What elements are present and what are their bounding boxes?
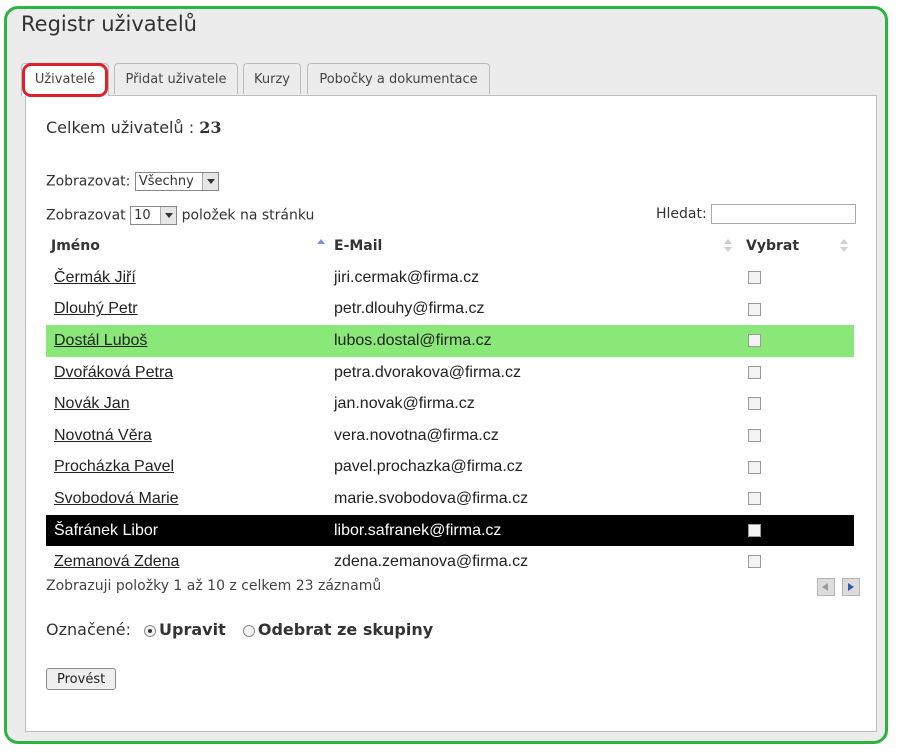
user-email: vera.novotna@firma.cz <box>334 426 499 444</box>
pagination-info: Zobrazuji položky 1 až 10 z celkem 23 zá… <box>46 578 382 594</box>
per-page-prefix: Zobrazovat <box>46 207 126 224</box>
table-row: Zemanová Zdena zdena.zemanova@firma.cz <box>46 546 854 578</box>
table-row: Dlouhý Petr petr.dlouhy@firma.cz <box>46 294 854 326</box>
user-count-value: 23 <box>199 118 222 137</box>
select-checkbox[interactable] <box>748 555 761 569</box>
table-row: Dvořáková Petra petra.dvorakova@firma.cz <box>46 357 854 389</box>
radio-remove-from-group[interactable] <box>242 624 255 637</box>
table-header-row: Jméno E-Mail Vybrat <box>46 230 854 262</box>
per-page-value: 10 <box>134 208 151 223</box>
select-checkbox[interactable] <box>748 334 761 348</box>
user-name-link[interactable]: Šafránek Libor <box>54 522 158 539</box>
user-count-label: Celkem uživatelů : <box>46 118 195 137</box>
column-header-name[interactable]: Jméno <box>46 230 331 262</box>
select-checkbox[interactable] <box>748 492 761 506</box>
chevron-down-icon <box>201 173 218 190</box>
select-checkbox[interactable] <box>748 397 761 411</box>
search-label: Hledat: <box>656 206 707 222</box>
user-name-link[interactable]: Dostál Luboš <box>54 332 147 349</box>
next-page-icon[interactable] <box>842 577 861 596</box>
filter-select[interactable]: Všechny <box>134 172 219 191</box>
sort-asc-icon <box>317 239 325 253</box>
table-row: Procházka Pavel pavel.prochazka@firma.cz <box>46 452 854 484</box>
user-email: lubos.dostal@firma.cz <box>331 325 738 357</box>
sort-icon <box>724 239 732 253</box>
bulk-actions-label: Označené: <box>46 620 131 639</box>
select-checkbox[interactable] <box>748 365 761 379</box>
user-name-link[interactable]: Čermák Jiří <box>54 269 136 286</box>
user-name-link[interactable]: Zemanová Zdena <box>54 553 179 570</box>
sort-icon <box>840 239 848 253</box>
select-checkbox[interactable] <box>748 460 761 474</box>
user-name-link[interactable]: Svobodová Marie <box>54 490 179 507</box>
users-panel: Celkem uživatelů : 23 Zobrazovat: Všechn… <box>25 95 877 732</box>
table-row: Novák Jan jan.novak@firma.cz <box>46 388 854 420</box>
user-email: petra.dvorakova@firma.cz <box>334 363 521 381</box>
user-email: pavel.prochazka@firma.cz <box>334 458 523 476</box>
select-checkbox[interactable] <box>748 429 761 443</box>
user-name-link[interactable]: Novotná Věra <box>54 427 152 444</box>
table-row-highlighted: Dostál Luboš lubos.dostal@firma.cz <box>46 325 854 357</box>
tab-courses[interactable]: Kurzy <box>243 63 301 94</box>
user-name-link[interactable]: Dlouhý Petr <box>54 300 138 317</box>
user-email: marie.svobodova@firma.cz <box>334 489 529 507</box>
user-email: jiri.cermak@firma.cz <box>334 268 480 286</box>
user-name-link[interactable]: Procházka Pavel <box>54 458 174 475</box>
tab-users[interactable]: Uživatelé <box>21 63 109 96</box>
search-input[interactable] <box>711 204 856 224</box>
table-row-selected: Šafránek Libor libor.safranek@firma.cz <box>46 514 854 547</box>
pagination-controls <box>815 576 861 596</box>
select-checkbox[interactable] <box>748 523 761 537</box>
page-title: Registr uživatelů <box>21 12 197 36</box>
select-checkbox[interactable] <box>748 271 761 285</box>
bulk-actions: Označené: Upravit Odebrat ze skupiny <box>46 620 445 639</box>
filter-label: Zobrazovat: <box>46 173 131 190</box>
tab-add-user[interactable]: Přidat uživatele <box>114 63 238 94</box>
user-name-link[interactable]: Novák Jan <box>54 395 130 412</box>
filter-select-value: Všechny <box>138 174 194 189</box>
user-email: libor.safranek@firma.cz <box>331 514 738 547</box>
chevron-down-icon <box>160 207 177 224</box>
user-count: Celkem uživatelů : 23 <box>46 118 221 137</box>
per-page-suffix: položek na stránku <box>181 207 315 224</box>
tab-branches-docs[interactable]: Pobočky a dokumentace <box>307 63 490 94</box>
table-row: Novotná Věra vera.novotna@firma.cz <box>46 420 854 452</box>
per-page-row: Zobrazovat 10 položek na stránku <box>46 206 314 225</box>
user-email: zdena.zemanova@firma.cz <box>334 553 529 571</box>
user-email: petr.dlouhy@firma.cz <box>334 300 485 318</box>
table-row: Svobodová Marie marie.svobodova@firma.cz <box>46 483 854 515</box>
users-table: Jméno E-Mail Vybrat Čermák Jiří jiri.cer… <box>46 230 854 578</box>
previous-page-icon[interactable] <box>817 577 835 596</box>
radio-remove-label[interactable]: Odebrat ze skupiny <box>258 620 433 639</box>
column-header-email[interactable]: E-Mail <box>331 230 738 262</box>
radio-edit[interactable] <box>144 624 157 637</box>
per-page-select[interactable]: 10 <box>130 206 178 225</box>
select-checkbox[interactable] <box>748 302 761 316</box>
user-name-link[interactable]: Dvořáková Petra <box>54 364 173 381</box>
radio-edit-label[interactable]: Upravit <box>159 620 226 639</box>
column-header-select[interactable]: Vybrat <box>738 230 854 262</box>
user-email: jan.novak@firma.cz <box>334 395 475 413</box>
filter-row: Zobrazovat: Všechny <box>46 172 219 191</box>
table-row: Čermák Jiří jiri.cermak@firma.cz <box>46 262 854 294</box>
submit-button[interactable]: Provést <box>46 668 117 690</box>
